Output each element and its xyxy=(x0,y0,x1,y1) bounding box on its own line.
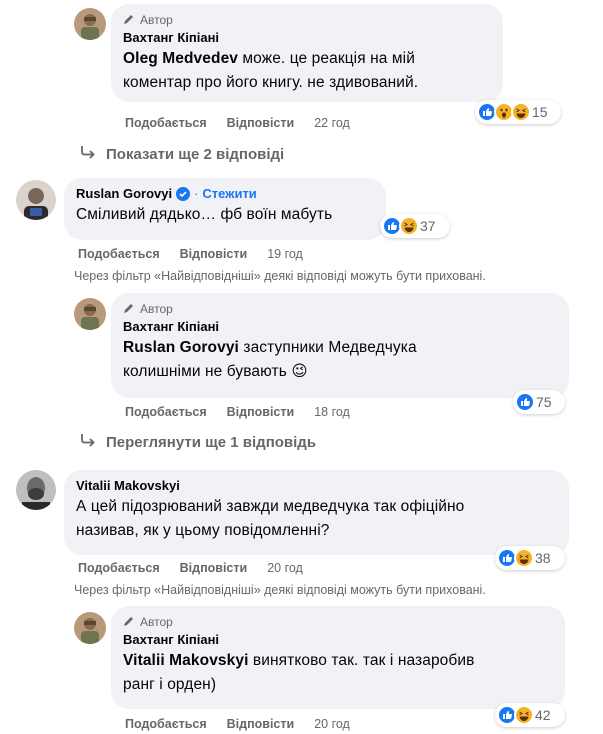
comment-bubble: Vitalii Makovskyi А цей підозрюваний зав… xyxy=(64,470,569,555)
reactions-count: 15 xyxy=(532,104,548,120)
author-badge: Автор xyxy=(123,614,553,630)
show-more-label: Показати ще 2 відповіді xyxy=(106,145,285,163)
show-more-label: Переглянути ще 1 відповідь xyxy=(106,433,317,451)
timestamp[interactable]: 19 год xyxy=(267,247,303,261)
timestamp[interactable]: 18 год xyxy=(314,405,350,419)
comment-actions: Подобається Відповісти 22 год xyxy=(125,116,350,130)
reply-button[interactable]: Відповісти xyxy=(180,247,248,261)
haha-icon xyxy=(514,705,534,725)
pencil-icon xyxy=(123,13,135,28)
reply-button[interactable]: Відповісти xyxy=(227,717,295,731)
comment-actions: Подобається Відповісти 19 год xyxy=(78,247,303,261)
avatar-vakhtang[interactable] xyxy=(74,8,106,40)
pencil-icon xyxy=(123,302,135,317)
like-button[interactable]: Подобається xyxy=(125,717,207,731)
reactions-count: 42 xyxy=(535,707,551,723)
timestamp[interactable]: 22 год xyxy=(314,116,350,130)
author-name[interactable]: Vitalii Makovskyi xyxy=(76,478,180,493)
reply-bubble: Автор Вахтанг Кіпіані Oleg Medvedev може… xyxy=(111,4,503,102)
timestamp[interactable]: 20 год xyxy=(267,561,303,575)
comment-text: Ruslan Gorovyi заступники Медведчука кол… xyxy=(123,339,417,380)
reactions-count: 75 xyxy=(536,394,552,410)
reactions-summary[interactable]: 37 xyxy=(380,214,450,238)
filter-notice: Через фільтр «Найвідповідніші» деякі від… xyxy=(74,269,486,283)
haha-icon xyxy=(399,216,419,236)
like-icon xyxy=(515,392,535,412)
mention-link[interactable]: Vitalii Makovskyi xyxy=(123,652,248,669)
author-badge: Автор xyxy=(123,12,491,28)
reactions-summary[interactable]: 42 xyxy=(495,703,565,727)
reply-bubble: Автор Вахтанг Кіпіані Vitalii Makovskyi … xyxy=(111,606,565,709)
like-button[interactable]: Подобається xyxy=(78,247,160,261)
author-name[interactable]: Вахтанг Кіпіані xyxy=(123,30,219,45)
author-badge-label: Автор xyxy=(140,615,173,629)
reply-button[interactable]: Відповісти xyxy=(227,116,295,130)
comment-actions: Подобається Відповісти 18 год xyxy=(125,405,350,419)
timestamp[interactable]: 20 год xyxy=(314,717,350,731)
comment-actions: Подобається Відповісти 20 год xyxy=(125,717,350,731)
filter-notice: Через фільтр «Найвідповідніші» деякі від… xyxy=(74,583,486,597)
haha-icon xyxy=(511,102,531,122)
reactions-count: 37 xyxy=(420,218,436,234)
reactions-summary[interactable]: 38 xyxy=(495,546,565,570)
reply-bubble: Автор Вахтанг Кіпіані Ruslan Gorovyi зас… xyxy=(111,293,569,398)
reply-button[interactable]: Відповісти xyxy=(180,561,248,575)
mention-link[interactable]: Oleg Medvedev xyxy=(123,50,238,67)
author-badge: Автор xyxy=(123,301,557,317)
author-name[interactable]: Ruslan Gorovyi xyxy=(76,186,172,201)
like-button[interactable]: Подобається xyxy=(78,561,160,575)
comment-text: Oleg Medvedev може. це реакція на мій ко… xyxy=(123,50,419,91)
author-name[interactable]: Вахтанг Кіпіані xyxy=(123,632,219,647)
mention-link[interactable]: Ruslan Gorovyi xyxy=(123,339,239,356)
follow-button[interactable]: Стежити xyxy=(202,186,256,201)
avatar-ruslan[interactable] xyxy=(16,180,56,220)
reactions-summary[interactable]: 75 xyxy=(513,390,565,414)
comment-text: Vitalii Makovskyi винятково так. так і н… xyxy=(123,652,475,693)
pencil-icon xyxy=(123,615,135,630)
avatar-vakhtang[interactable] xyxy=(74,612,106,644)
comment-actions: Подобається Відповісти 20 год xyxy=(78,561,303,575)
avatar-vakhtang[interactable] xyxy=(74,298,106,330)
comment-text: Сміливий дядько… фб воїн мабуть xyxy=(76,206,333,223)
reply-arrow-icon xyxy=(80,433,96,451)
avatar-vitalii[interactable] xyxy=(16,470,56,510)
reply-button[interactable]: Відповісти xyxy=(227,405,295,419)
author-badge-label: Автор xyxy=(140,13,173,27)
like-button[interactable]: Подобається xyxy=(125,116,207,130)
show-more-replies[interactable]: Переглянути ще 1 відповідь xyxy=(80,433,316,451)
show-more-replies[interactable]: Показати ще 2 відповіді xyxy=(80,145,284,163)
reactions-count: 38 xyxy=(535,550,551,566)
reactions-summary[interactable]: 15 xyxy=(475,100,561,124)
comment-text: А цей підозрюваний завжди медведчука так… xyxy=(76,498,465,539)
author-name[interactable]: Вахтанг Кіпіані xyxy=(123,319,219,334)
haha-icon xyxy=(514,548,534,568)
comment-bubble: Ruslan Gorovyi · Стежити Сміливий дядько… xyxy=(64,178,386,240)
verified-check-icon xyxy=(176,186,191,201)
author-badge-label: Автор xyxy=(140,302,173,316)
reply-arrow-icon xyxy=(80,145,96,163)
like-button[interactable]: Подобається xyxy=(125,405,207,419)
